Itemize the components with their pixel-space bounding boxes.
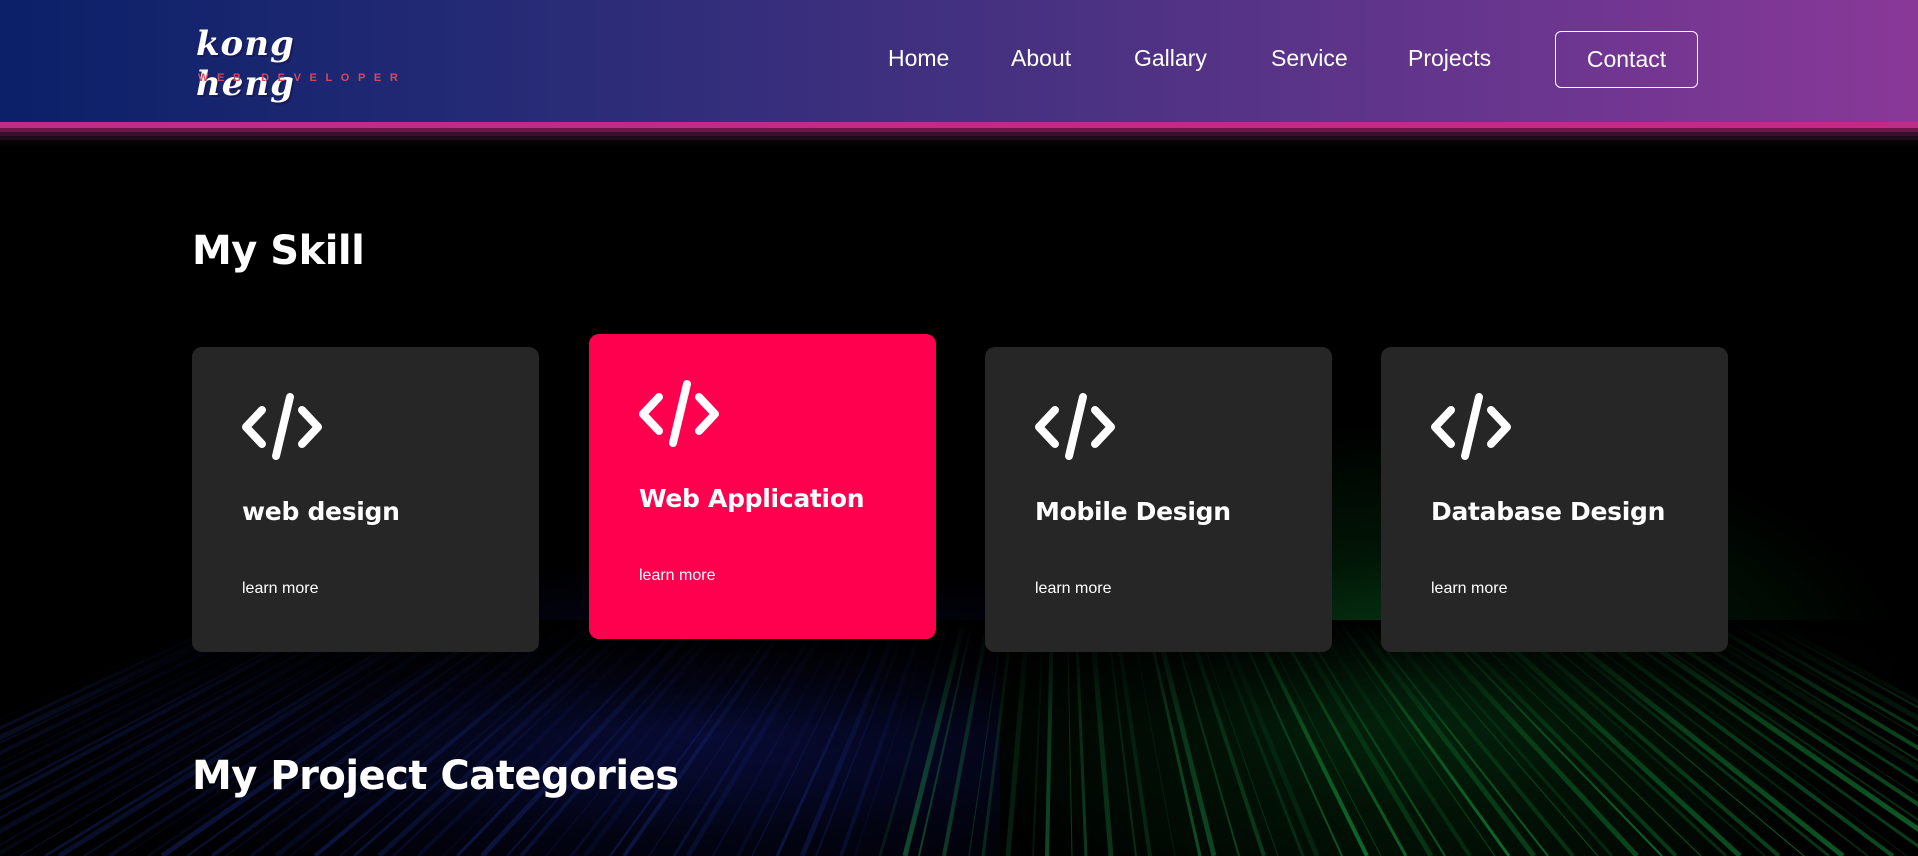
skill-card-mobile-design[interactable]: Mobile Design learn more (985, 347, 1332, 652)
matrix-rain-background (0, 620, 1918, 856)
skill-card-title: Database Design (1431, 497, 1666, 526)
skill-card-web-application[interactable]: Web Application learn more (589, 334, 936, 639)
logo-title: kong heng (196, 24, 295, 104)
matrix-fade (0, 620, 1918, 856)
learn-more-link[interactable]: learn more (1035, 580, 1111, 598)
code-icon (639, 380, 719, 447)
skill-card-database-design[interactable]: Database Design learn more (1381, 347, 1728, 652)
nav-about[interactable]: About (1011, 45, 1071, 72)
section-title-projects: My Project Categories (192, 753, 679, 799)
nav-gallary[interactable]: Gallary (1134, 45, 1207, 72)
nav-home[interactable]: Home (888, 45, 949, 72)
learn-more-link[interactable]: learn more (1431, 580, 1507, 598)
code-icon (1035, 393, 1115, 460)
logo-subtitle: WEB DEVELOPER (198, 72, 407, 84)
learn-more-link[interactable]: learn more (639, 567, 715, 585)
header-stripe (0, 122, 1918, 148)
code-icon (242, 393, 322, 460)
skill-card-title: web design (242, 497, 400, 526)
nav-projects[interactable]: Projects (1408, 45, 1491, 72)
nav-service[interactable]: Service (1271, 45, 1348, 72)
site-logo[interactable]: kong heng WEB DEVELOPER (196, 24, 407, 104)
nav-contact-button[interactable]: Contact (1555, 31, 1698, 88)
skill-card-title: Mobile Design (1035, 497, 1231, 526)
skill-card-web-design[interactable]: web design learn more (192, 347, 539, 652)
learn-more-link[interactable]: learn more (242, 580, 318, 598)
section-title-skills: My Skill (192, 228, 365, 274)
skill-card-title: Web Application (639, 484, 865, 513)
code-icon (1431, 393, 1511, 460)
